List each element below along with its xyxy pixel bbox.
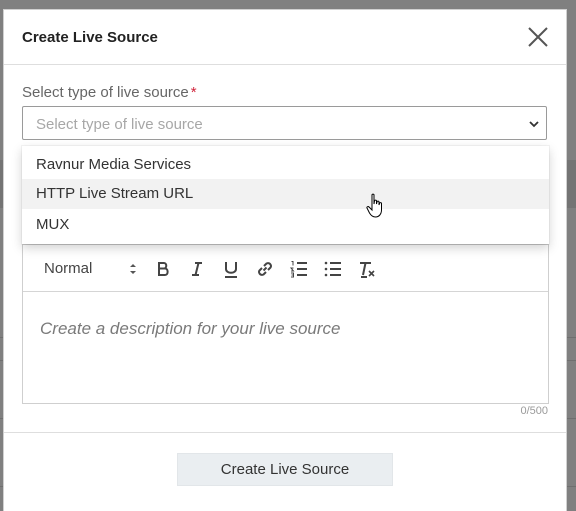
modal-header: Create Live Source <box>4 10 566 65</box>
description-input[interactable]: Create a description for your live sourc… <box>40 319 340 339</box>
clear-format-icon <box>360 262 375 278</box>
ordered-list-icon <box>289 261 307 278</box>
bullet-list-button[interactable] <box>323 259 343 279</box>
hand-pointer-icon <box>366 193 382 218</box>
chevron-down-icon <box>529 121 539 128</box>
clear-format-button[interactable] <box>357 259 377 279</box>
dropdown-option-ravnur[interactable]: Ravnur Media Services <box>22 150 549 180</box>
dropdown-option-hls-url[interactable]: HTTP Live Stream URL <box>22 179 549 209</box>
description-editor: Normal Create a description for your liv… <box>22 244 549 404</box>
format-select[interactable]: Normal <box>44 260 92 277</box>
underline-button[interactable] <box>221 259 241 279</box>
ordered-list-button[interactable] <box>289 259 309 279</box>
footer-divider <box>4 432 566 433</box>
bullet-list-icon <box>324 261 341 277</box>
underline-icon <box>225 262 237 278</box>
format-select-arrows-icon <box>130 264 136 274</box>
link-button[interactable] <box>255 259 275 279</box>
bold-button[interactable] <box>153 259 173 279</box>
character-counter: 0/500 <box>520 405 548 417</box>
editor-toolbar: Normal <box>23 245 548 292</box>
create-live-source-modal: Create Live Source Select type of live s… <box>4 10 566 511</box>
source-type-placeholder: Select type of live source <box>36 116 203 133</box>
link-icon <box>258 262 272 276</box>
required-marker: * <box>190 84 197 101</box>
source-type-select[interactable]: Select type of live source <box>22 106 547 140</box>
dropdown-option-mux[interactable]: MUX <box>22 210 549 240</box>
close-icon <box>528 27 548 47</box>
italic-icon <box>192 262 202 276</box>
close-button[interactable] <box>526 25 550 49</box>
italic-button[interactable] <box>187 259 207 279</box>
modal-title: Create Live Source <box>22 29 158 46</box>
bold-icon <box>158 262 169 276</box>
source-type-dropdown: Ravnur Media Services HTTP Live Stream U… <box>22 146 549 244</box>
source-type-label: Select type of live source * <box>22 84 197 101</box>
create-live-source-button[interactable]: Create Live Source <box>177 453 393 486</box>
source-type-label-text: Select type of live source <box>22 84 189 101</box>
